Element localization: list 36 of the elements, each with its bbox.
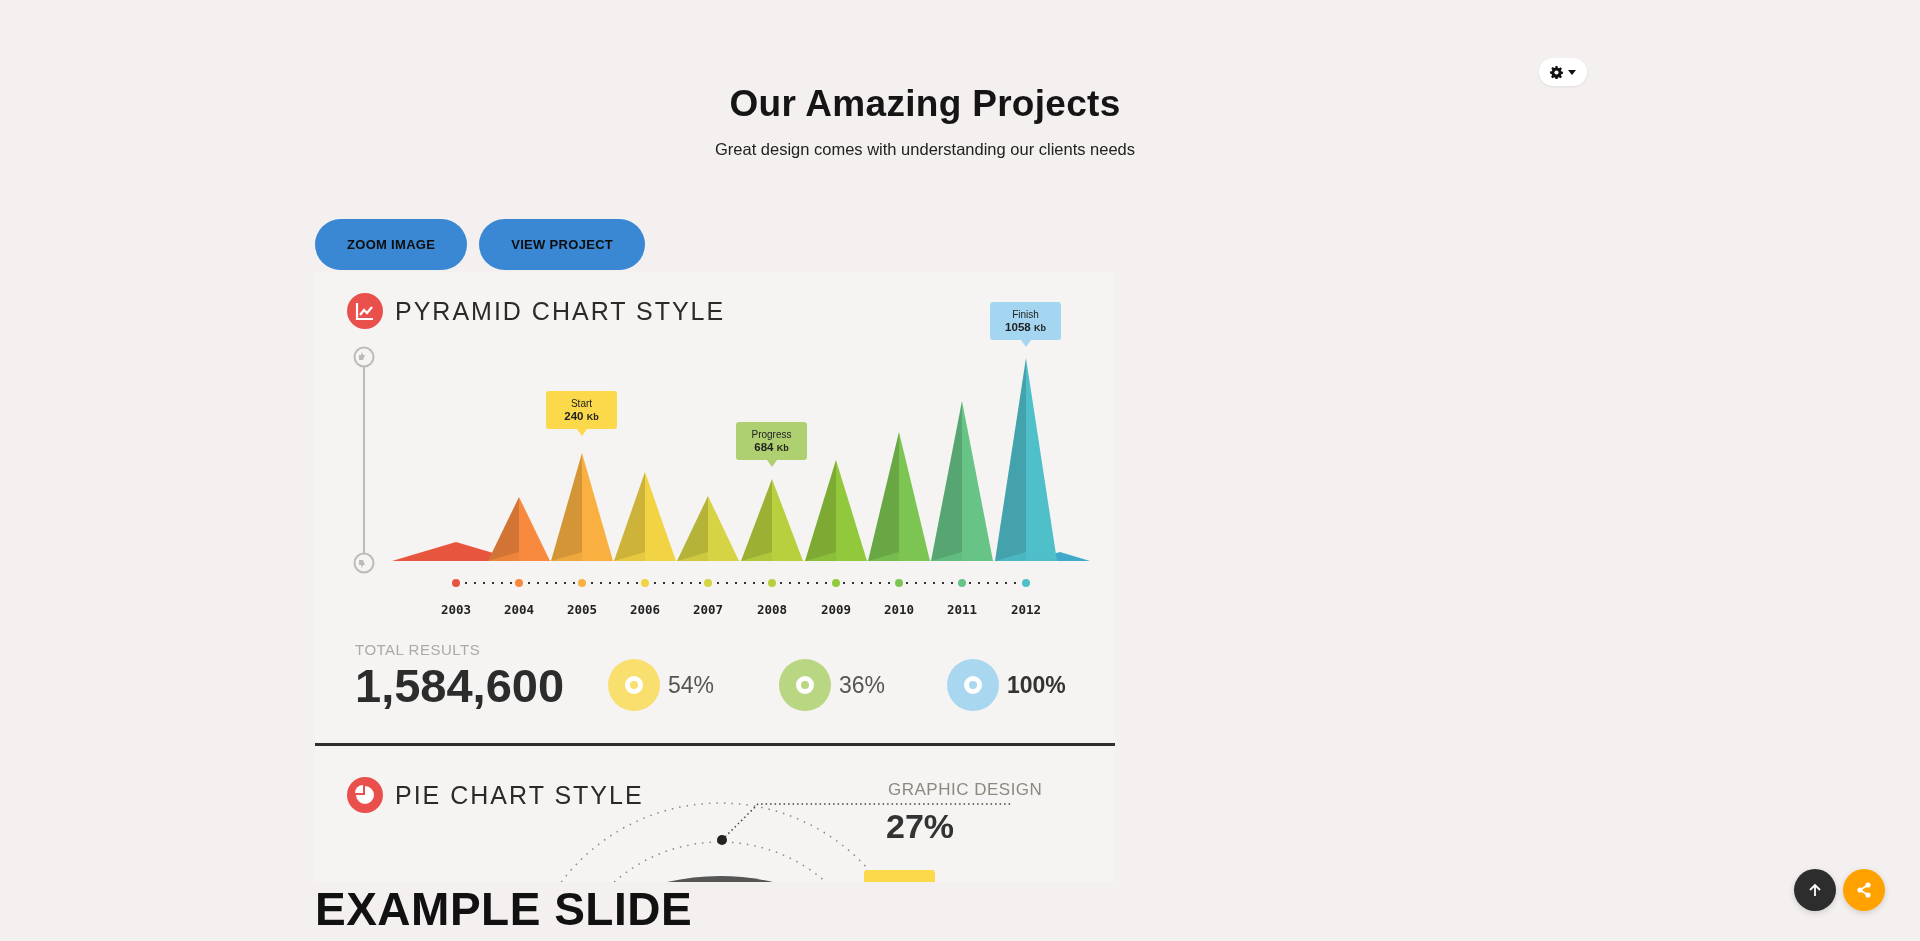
category-value: 27% xyxy=(886,807,955,845)
year-label: 2006 xyxy=(628,602,662,617)
year-label: 2010 xyxy=(882,602,916,617)
year-label: 2005 xyxy=(565,602,599,617)
year-label: 2007 xyxy=(691,602,725,617)
caret-icon xyxy=(1568,69,1576,75)
total-value: 1,584,600 xyxy=(355,658,565,714)
page-title: Our Amazing Projects xyxy=(729,82,1121,126)
percentage-value: 100% xyxy=(1007,671,1066,699)
settings-button[interactable] xyxy=(1539,58,1587,86)
year-label: 2008 xyxy=(755,602,789,617)
year-label: 2003 xyxy=(439,602,473,617)
pyramid xyxy=(677,496,741,561)
value-callout: Progress 684 Kb xyxy=(736,422,807,467)
section-heading: EXAMPLE SLIDE xyxy=(315,884,694,934)
share-icon xyxy=(1856,882,1872,898)
chart-title: PIE CHART STYLE xyxy=(395,780,644,810)
gear-icon xyxy=(1550,65,1563,79)
year-label: 2004 xyxy=(502,602,536,617)
year-label: 2009 xyxy=(819,602,853,617)
category-label: GRAPHIC DESIGN xyxy=(888,780,1043,800)
total-label: TOTAL RESULTS xyxy=(355,641,481,658)
value-callout: Start 240 Kb xyxy=(546,391,617,436)
back-to-top-button[interactable] xyxy=(1794,869,1836,911)
value-callout: Finish 1058 Kb xyxy=(990,302,1061,347)
arrow-up-icon xyxy=(1808,883,1822,897)
percentage-value: 36% xyxy=(839,671,886,699)
percentage-value: 54% xyxy=(668,671,715,699)
view-project-button[interactable]: VIEW PROJECT xyxy=(479,219,646,270)
pie-chart-icon xyxy=(347,777,383,813)
year-label: 2012 xyxy=(1009,602,1043,617)
zoom-image-button[interactable]: ZOOM IMAGE xyxy=(315,219,468,270)
page-subtitle: Great design comes with understanding our clients needs xyxy=(714,140,1136,159)
chart-icon xyxy=(347,293,383,329)
chart-title: PYRAMID CHART STYLE xyxy=(395,296,726,326)
year-label: 2011 xyxy=(945,602,979,617)
